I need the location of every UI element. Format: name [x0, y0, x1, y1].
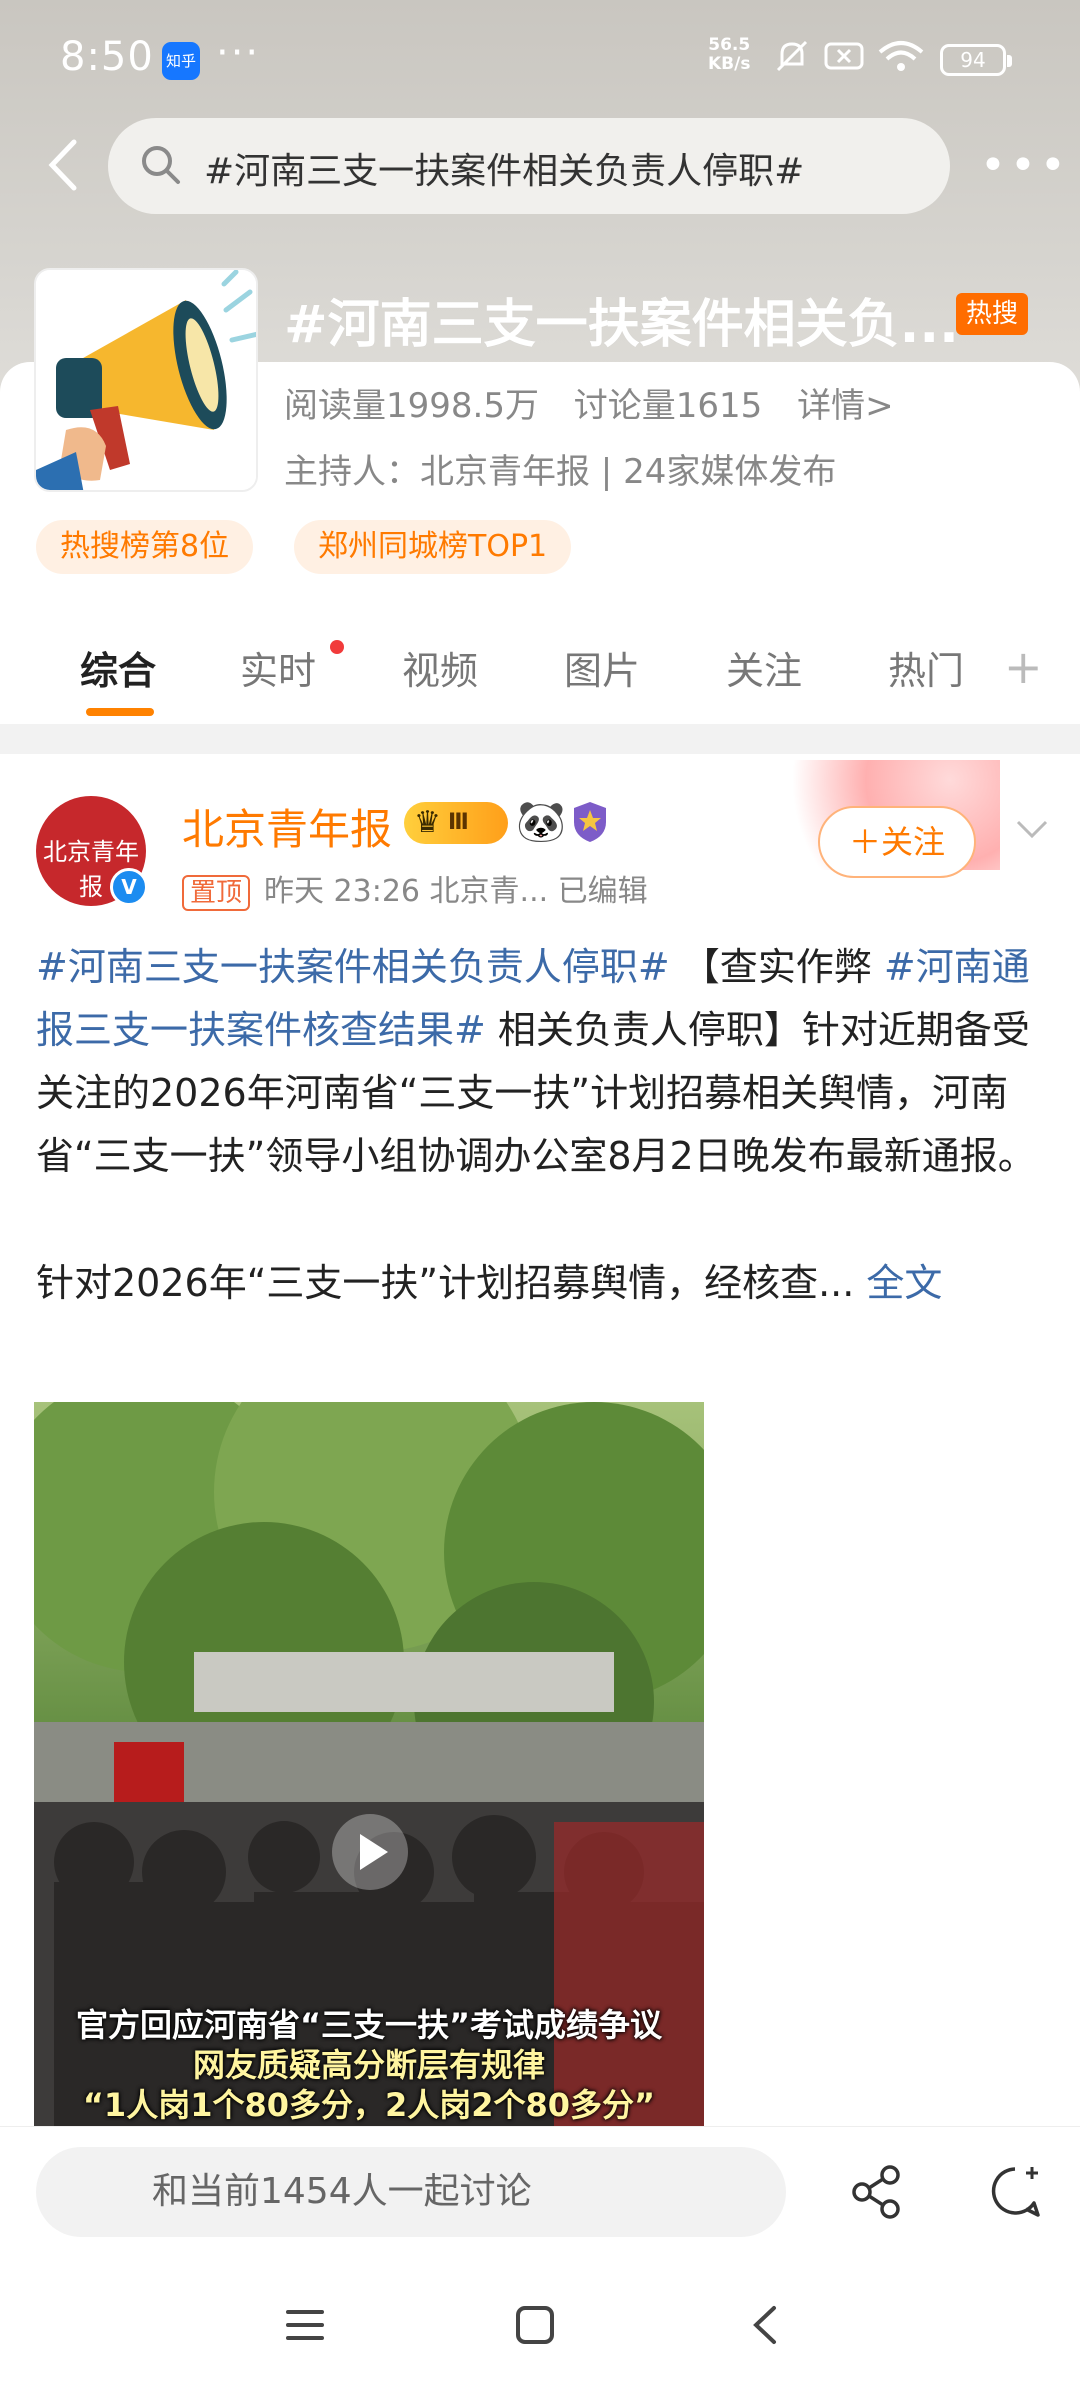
panda-badge-icon[interactable]: 🐼 — [516, 798, 566, 845]
hot-search-badge: 热搜 — [956, 293, 1028, 335]
pinned-badge: 置顶 — [182, 875, 251, 911]
tab-bar: 综合 实时 视频 图片 关注 热门 — [0, 620, 1080, 724]
play-icon[interactable] — [330, 1812, 410, 1892]
tab-video[interactable]: 视频 — [402, 640, 478, 695]
topic-title: #河南三支一扶案件相关负... — [284, 295, 959, 355]
shield-badge-icon[interactable] — [570, 800, 610, 844]
bottom-action-bar: 和当前1454人一起讨论 — [0, 2126, 1080, 2266]
wifi-icon — [878, 41, 924, 71]
discuss-input[interactable]: 和当前1454人一起讨论 — [36, 2147, 786, 2237]
more-options-icon[interactable]: ••• — [980, 140, 1070, 191]
discussion-count: 讨论量1615 — [573, 386, 763, 426]
chevron-down-icon[interactable] — [1010, 806, 1054, 850]
system-nav-bar — [0, 2266, 1080, 2400]
section-divider — [0, 724, 1080, 754]
back-arrow-icon[interactable] — [38, 130, 88, 200]
tab-realtime[interactable]: 实时 — [240, 640, 316, 695]
zhihu-app-icon: 知乎 — [162, 42, 200, 80]
tab-following[interactable]: 关注 — [726, 640, 802, 695]
topic-host[interactable]: 主持人：北京青年报 | 24家媒体发布 — [284, 444, 836, 493]
share-icon[interactable] — [848, 2163, 906, 2221]
rank-pill-hot[interactable]: 热搜榜第8位 — [36, 520, 254, 574]
video-caption: “1人岗1个80多分，2人岗2个80多分” — [82, 2086, 656, 2124]
rank-pill-city[interactable]: 郑州同城榜TOP1 — [294, 520, 572, 574]
new-content-dot — [330, 640, 344, 654]
back-nav-icon[interactable] — [742, 2300, 792, 2350]
topic-thumbnail-megaphone — [34, 268, 258, 492]
tab-comprehensive[interactable]: 综合 — [80, 640, 156, 695]
expand-full-text-link[interactable]: 全文 — [866, 1261, 942, 1305]
topic-stats: 阅读量1998.5万 讨论量1615 详情> — [284, 378, 918, 427]
add-tab-icon[interactable]: + — [1004, 640, 1043, 694]
post-meta: 置顶 昨天 23:26 北京青... 已编辑 — [182, 866, 648, 911]
menu-icon[interactable] — [280, 2300, 330, 2350]
status-time: 8:50 — [60, 34, 154, 80]
follow-button[interactable]: ＋关注 — [818, 806, 976, 878]
search-query[interactable]: #河南三支一扶案件相关负责人停职# — [204, 142, 804, 194]
comment-icon[interactable] — [986, 2163, 1044, 2221]
megaphone-icon — [36, 270, 256, 490]
status-bar: 8:50 知乎 ··· 56.5 KB/s 94 — [0, 0, 1080, 120]
details-link[interactable]: 详情> — [797, 386, 894, 426]
author-name[interactable]: 北京青年报 — [182, 796, 392, 857]
battery-indicator: 94 — [940, 44, 1012, 76]
post-time-source: 昨天 23:26 北京青... 已编辑 — [264, 874, 648, 909]
tab-hot[interactable]: 热门 — [888, 640, 964, 695]
active-tab-indicator — [86, 708, 154, 716]
verified-badge-icon: V — [110, 868, 148, 906]
read-count: 阅读量1998.5万 — [284, 386, 539, 426]
tab-images[interactable]: 图片 — [564, 640, 640, 695]
post-body[interactable]: #河南三支一扶案件相关负责人停职# 【查实作弊 #河南通报三支一扶案件核查结果#… — [36, 936, 1046, 1315]
more-notifications-icon: ··· — [216, 30, 261, 76]
search-bar[interactable]: #河南三支一扶案件相关负责人停职# — [108, 118, 950, 214]
home-icon[interactable] — [510, 2300, 560, 2350]
video-thumbnail[interactable]: 官方回应河南省“三支一扶”考试成绩争议 网友质疑高分断层有规律 “1人岗1个80… — [34, 1402, 704, 2126]
crown-level-badge-icon[interactable]: Ⅲ — [404, 802, 508, 844]
search-icon — [142, 146, 180, 184]
mute-bell-icon — [776, 40, 808, 72]
sim-off-icon — [824, 42, 864, 70]
network-speed: 56.5 KB/s — [708, 35, 751, 74]
hashtag-link[interactable]: #河南三支一扶案件相关负责人停职# — [36, 945, 670, 989]
